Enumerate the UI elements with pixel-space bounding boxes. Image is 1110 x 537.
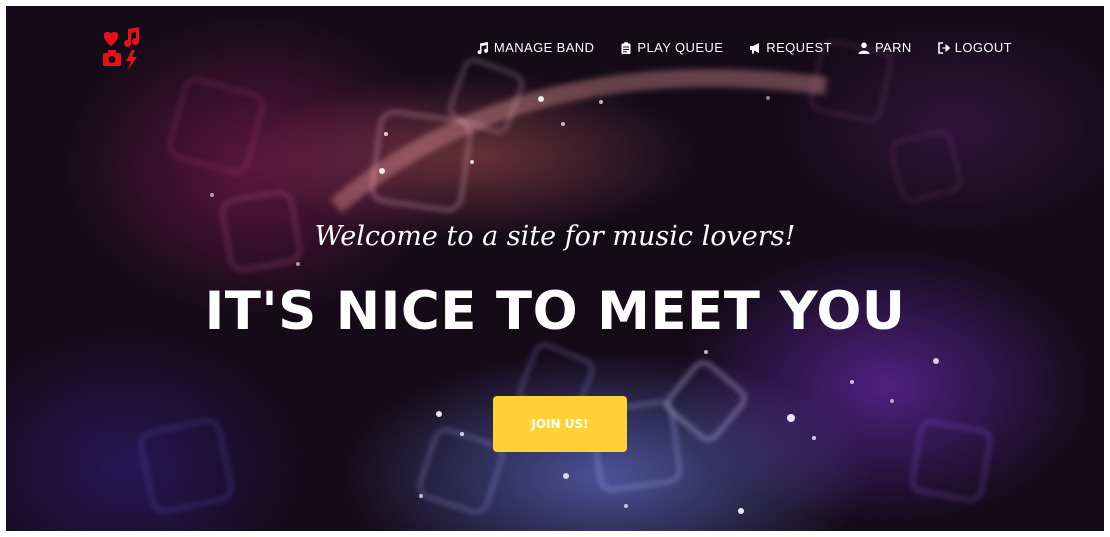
main-navigation: MANAGE BAND PLAY QUEUE REQUEST PARN LOGO… xyxy=(477,40,1012,55)
sign-out-icon xyxy=(937,41,950,54)
nav-logout[interactable]: LOGOUT xyxy=(937,40,1012,55)
nav-label: REQUEST xyxy=(766,40,832,55)
nav-label: MANAGE BAND xyxy=(493,40,595,55)
nav-label: LOGOUT xyxy=(954,40,1012,55)
nav-user-profile[interactable]: PARN xyxy=(858,40,912,55)
nav-label: PARN xyxy=(874,40,912,55)
nav-request[interactable]: REQUEST xyxy=(749,40,832,55)
hero-headline: IT'S NICE TO MEET YOU xyxy=(204,281,906,342)
band-logo-icon[interactable] xyxy=(101,26,143,70)
clipboard-icon xyxy=(620,41,632,54)
background-graphic xyxy=(139,39,992,514)
nav-play-queue[interactable]: PLAY QUEUE xyxy=(620,40,723,55)
nav-manage-band[interactable]: MANAGE BAND xyxy=(477,40,594,55)
user-icon xyxy=(858,42,870,54)
bullhorn-icon xyxy=(749,42,761,54)
music-note-icon xyxy=(477,41,489,54)
hero-section: MANAGE BAND PLAY QUEUE REQUEST PARN LOGO… xyxy=(6,6,1104,531)
join-us-button[interactable]: JOIN US! xyxy=(493,396,627,452)
hero-tagline: Welcome to a site for music lovers! xyxy=(314,221,796,252)
nav-label: PLAY QUEUE xyxy=(637,40,724,55)
